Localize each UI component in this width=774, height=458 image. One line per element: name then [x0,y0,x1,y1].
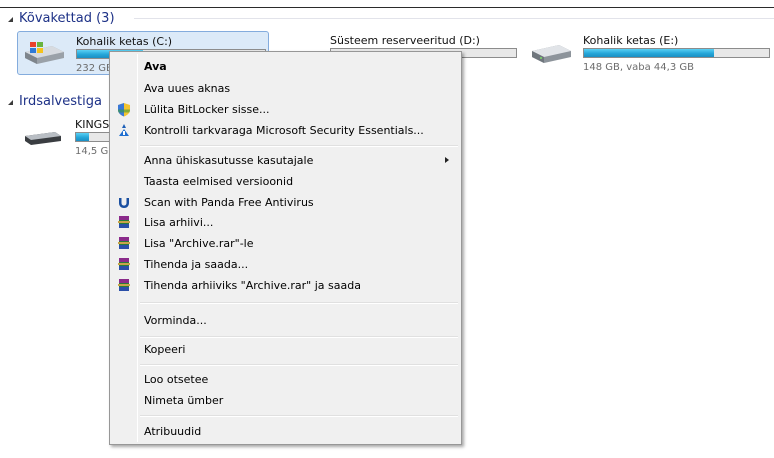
menu-item-label: Ava uues aknas [144,82,231,95]
window-top-border [0,7,774,8]
security-essentials-icon [119,124,129,136]
menu-item-label: Taasta eelmised versioonid [144,175,294,188]
winrar-icon [118,216,130,228]
collapse-triangle-icon[interactable] [8,16,13,22]
menu-item-label: Lisa arhiivi... [144,216,214,229]
usage-bar [583,48,770,58]
menu-item-label: Nimeta ümber [144,394,224,407]
menu-item-create-shortcut[interactable]: Loo otsetee [110,370,461,389]
winrar-icon [118,279,130,291]
menu-separator [140,415,458,417]
drive-name: Süsteem reserveeritud (D:) [330,34,480,47]
menu-item-label: Kontrolli tarkvaraga Microsoft Security … [144,124,424,137]
menu-item-share[interactable]: Anna ühiskasutusse kasutajale [110,151,461,170]
menu-item-compress-rar-email[interactable]: Tihenda arhiiviks "Archive.rar" ja saada [110,276,461,295]
usage-bar-fill [584,49,714,57]
menu-item-format[interactable]: Vorminda... [110,311,461,330]
usb-drive-icon [25,132,61,145]
menu-item-label: Ava [144,60,167,73]
group-header-hard-disks[interactable]: Kõvakettad (3) [8,9,774,27]
menu-item-label: Loo otsetee [144,373,209,386]
menu-item-mse-scan[interactable]: Kontrolli tarkvaraga Microsoft Security … [110,121,461,140]
drive-e[interactable]: Kohalik ketas (E:) 148 GB, vaba 44,3 GB [525,31,773,75]
menu-item-label: Vorminda... [144,314,207,327]
menu-separator [140,336,458,338]
group-title: Kõvakettad (3) [19,10,115,26]
collapse-triangle-icon[interactable] [8,99,13,105]
menu-item-label: Atribuudid [144,425,202,438]
menu-item-label: Scan with Panda Free Antivirus [144,196,314,209]
menu-item-label: Anna ühiskasutusse kasutajale [144,154,314,167]
menu-separator [140,302,458,304]
menu-item-bitlocker[interactable]: Lülita BitLocker sisse... [110,100,461,119]
context-menu: Ava Ava uues aknas Lülita BitLocker siss… [109,51,462,445]
menu-separator [140,364,458,366]
panda-antivirus-icon [119,198,129,208]
menu-item-restore-versions[interactable]: Taasta eelmised versioonid [110,172,461,191]
menu-item-label: Kopeeri [144,343,186,356]
drive-name: Kohalik ketas (C:) [76,35,173,48]
uac-shield-icon [118,103,130,117]
menu-item-panda-scan[interactable]: Scan with Panda Free Antivirus [110,193,461,212]
menu-item-open[interactable]: Ava [110,57,461,76]
menu-item-properties[interactable]: Atribuudid [110,422,461,441]
menu-item-label: Tihenda ja saada... [144,258,249,271]
menu-item-rename[interactable]: Nimeta ümber [110,391,461,410]
hard-drive-icon [532,45,571,63]
drive-info: 232 GB [76,63,113,74]
drive-info: 148 GB, vaba 44,3 GB [583,62,694,73]
menu-item-add-archive-rar[interactable]: Lisa "Archive.rar"-le [110,234,461,253]
hard-drive-windows-icon [25,42,64,64]
winrar-icon [118,237,130,249]
group-title: Irdsalvestiga [19,93,102,109]
menu-item-open-new-window[interactable]: Ava uues aknas [110,79,461,98]
drive-info: 14,5 G [75,146,109,157]
menu-item-compress-email[interactable]: Tihenda ja saada... [110,255,461,274]
menu-separator [140,145,458,147]
usage-bar-fill [76,133,90,141]
menu-item-label: Lisa "Archive.rar"-le [144,237,254,250]
menu-item-label: Lülita BitLocker sisse... [144,103,270,116]
drive-name: Kohalik ketas (E:) [583,34,679,47]
drive-usb[interactable]: KINGS 14,5 G [17,115,115,159]
menu-item-copy[interactable]: Kopeeri [110,340,461,359]
winrar-icon [118,258,130,270]
drive-name: KINGS [75,118,110,131]
menu-item-label: Tihenda arhiiviks "Archive.rar" ja saada [144,279,361,292]
group-header-removable[interactable]: Irdsalvestiga [8,92,108,110]
menu-item-add-archive[interactable]: Lisa arhiivi... [110,213,461,232]
group-divider [134,18,774,19]
submenu-arrow-icon [445,157,449,163]
